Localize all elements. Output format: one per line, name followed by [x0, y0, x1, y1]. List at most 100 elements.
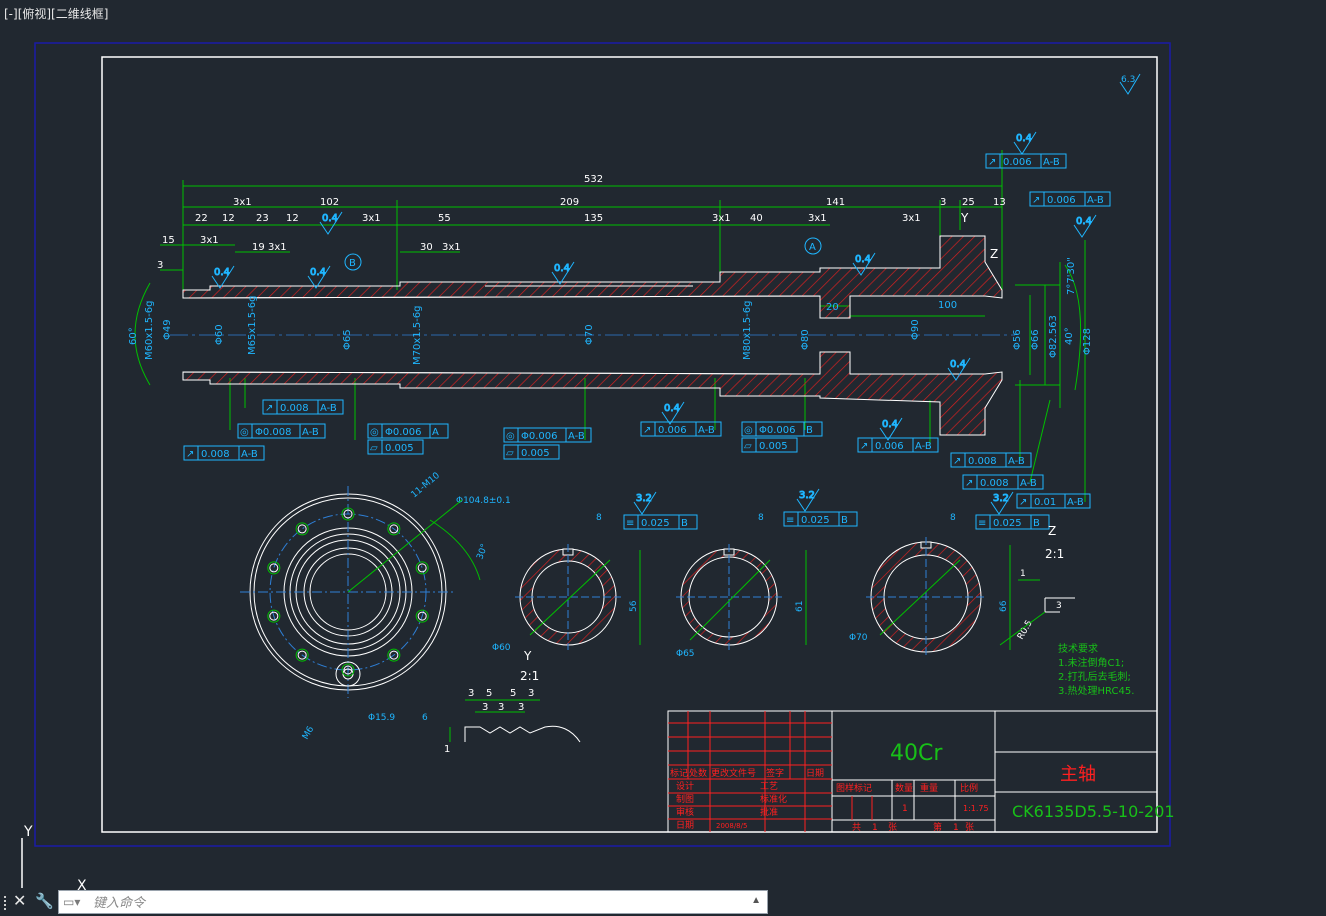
thread-dim-text: 1	[444, 744, 450, 755]
gdt-frame[interactable]: ↗ 0.006 A-B	[985, 153, 1067, 169]
gdt-frame[interactable]: ↗ 0.006 A-B	[1029, 191, 1111, 207]
gdt-tolerance: 0.008	[201, 449, 230, 460]
dimension-text: 3x1	[712, 213, 731, 224]
title-row-label: 审核	[676, 806, 694, 818]
title-header-cell: 处数	[689, 767, 707, 779]
roughness-text: 3.2	[636, 493, 652, 504]
title-row-value: 2008/8/5	[716, 822, 747, 830]
title-row-label: 设计	[676, 780, 694, 792]
gdt-datum: A-B	[1020, 478, 1037, 489]
gdt-frame[interactable]: ↗ 0.008 A-B	[262, 399, 344, 415]
view-label: Y	[960, 211, 969, 225]
gdt-datum: B	[841, 515, 848, 526]
drawing-frame	[101, 56, 1158, 833]
title-header-cell: 标记	[670, 767, 688, 779]
gdt-frame[interactable]: ≡ 0.025 B	[975, 514, 1050, 530]
gdt-frame[interactable]: ↗ 0.008 A-B	[183, 445, 265, 461]
gdt-frame[interactable]: ▱ 0.005	[503, 444, 560, 460]
section-dim-text: 66	[999, 600, 1009, 612]
roughness-general: 6.3	[1119, 73, 1141, 95]
gdt-frame[interactable]: ≡ 0.025 B	[783, 511, 858, 527]
drawing-no-text: CK6135D5.5-10-201	[1012, 802, 1175, 821]
gdt-tolerance: 0.025	[641, 518, 670, 529]
dimension-text: 15	[162, 235, 175, 246]
gdt-frame[interactable]: ◎ Φ0.006 B	[741, 421, 823, 437]
gdt-frame[interactable]: ↗ 0.006 A-B	[857, 437, 939, 453]
gdt-symbol: ▱	[506, 448, 514, 459]
shaft-upper-wall	[182, 235, 1003, 319]
gdt-tolerance: Φ0.006	[759, 425, 796, 436]
dimension-text: 3	[940, 197, 946, 208]
roughness-mark: 0.4	[879, 417, 903, 441]
gdt-frame[interactable]: ▱ 0.005	[741, 437, 798, 453]
command-input-box[interactable]: ▭▾ ▲	[58, 890, 768, 915]
flange-angle: 30°	[475, 543, 490, 561]
section-scale: 2:1	[520, 669, 539, 683]
section-2	[676, 544, 807, 650]
gdt-frame[interactable]: ↗ 0.008 A-B	[950, 452, 1032, 468]
tech-item-1: 1.未注倒角C1;	[1058, 656, 1124, 669]
gdt-datum: A-B	[320, 403, 337, 414]
gdt-frame[interactable]: ↗ 0.01 A-B	[1016, 493, 1091, 509]
command-prompt-icon[interactable]: ▭▾	[63, 895, 80, 909]
roughness-mark: 0.4	[1013, 131, 1037, 155]
gdt-symbol: ↗	[860, 441, 868, 452]
gdt-symbol: ≡	[626, 518, 634, 529]
gdt-frame[interactable]: ◎ Φ0.008 A-B	[237, 423, 326, 439]
dimension-text: 3x1	[362, 213, 381, 224]
gdt-frame[interactable]: ≡ 0.025 B	[623, 514, 698, 530]
gdt-symbol: ↗	[965, 478, 973, 489]
dimension-text: 3x1	[268, 242, 287, 253]
diameter-text: 40°	[1064, 327, 1075, 345]
diameter-text: 100	[938, 300, 957, 311]
diameter-text: Φ66	[1030, 329, 1041, 350]
gdt-frame[interactable]: ▱ 0.005	[367, 439, 424, 455]
thread-dim-text: 3	[468, 688, 474, 699]
diameter-text: M65x1.5-6g	[247, 296, 258, 356]
gdt-symbol: ↗	[186, 449, 194, 460]
gdt-datum: A	[432, 427, 439, 438]
roughness-mark: 3.2	[796, 488, 820, 512]
drawing-canvas[interactable]: 6.3 ↗ 0.006 A-B↗ 0.006 A-B↗ 0.008 A-B◎ Φ…	[0, 0, 1326, 888]
command-bar: ✕ 🔧 ▭▾ ▲	[0, 888, 770, 916]
roughness-text: 0.4	[322, 213, 338, 224]
gdt-frame[interactable]: ↗ 0.008 A-B	[962, 474, 1044, 490]
diameter-text: Φ128	[1082, 328, 1093, 355]
gdt-datum: B	[681, 518, 688, 529]
dimension-text: 3	[157, 260, 163, 271]
gdt-symbol: ▱	[744, 441, 752, 452]
flange-bolt-circle: Φ104.8±0.1	[456, 496, 511, 506]
gdt-frame[interactable]: ↗ 0.006 A-B	[640, 421, 722, 437]
diameter-text: Φ70	[584, 324, 595, 345]
dimension-text: 12	[222, 213, 235, 224]
flange-pin-depth: 6	[422, 713, 428, 723]
title-sheet-cell: 共	[852, 822, 861, 833]
command-input[interactable]	[91, 891, 735, 915]
chevron-up-icon[interactable]: ▲	[751, 895, 761, 906]
diameter-text: Φ49	[162, 319, 173, 340]
gdt-frame[interactable]: ◎ Φ0.006 A-B	[503, 427, 592, 443]
gdt-datum: A-B	[915, 441, 932, 452]
roughness-mark: 3.2	[990, 491, 1014, 515]
gdt-tolerance: 0.008	[280, 403, 309, 414]
dimension-text: 19	[252, 242, 265, 253]
thread-dim-text: 3	[482, 702, 488, 713]
wrench-icon[interactable]: 🔧	[35, 892, 54, 910]
detail-z-label: Z	[1048, 524, 1056, 538]
section-key-text: 8	[950, 513, 956, 523]
command-grip-icon[interactable]	[2, 895, 8, 911]
title-scale: 1:1.75	[963, 804, 989, 813]
gdt-datum: A-B	[1008, 456, 1025, 467]
detail-z-dim: 1	[1020, 569, 1026, 579]
roughness-text: 3.2	[993, 493, 1009, 504]
title-sheet-cell: 第	[933, 821, 942, 833]
view-label: Z	[990, 247, 998, 261]
close-icon[interactable]: ✕	[13, 891, 26, 911]
gdt-tolerance: 0.005	[521, 448, 550, 459]
dimension-text: 13	[993, 197, 1006, 208]
title-row-label2: 批准	[760, 806, 778, 818]
diameter-text: M70x1.5-6g	[412, 306, 423, 366]
gdt-frame[interactable]: ◎ Φ0.006 A	[367, 423, 449, 439]
roughness-mark: 0.4	[319, 211, 343, 235]
section-label: Y	[523, 649, 532, 663]
